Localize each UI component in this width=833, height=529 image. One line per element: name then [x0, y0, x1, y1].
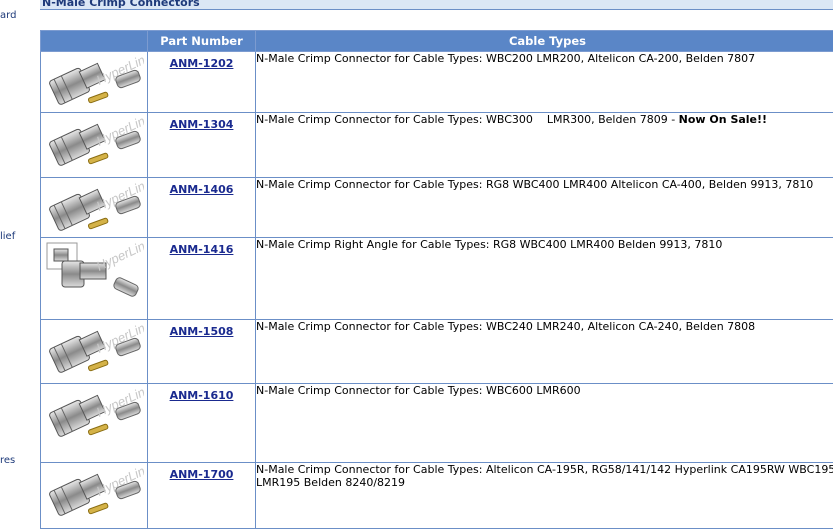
- part-number-link[interactable]: ANM-1304: [170, 118, 234, 131]
- product-row: HyperLink ANM-1508 N-Male Crimp Connector …: [41, 320, 833, 384]
- cable-types-cell: N-Male Crimp Right Angle for Cable Types…: [256, 238, 833, 320]
- product-row: HyperLink ANM-1610 N-Male Crimp Connector …: [41, 384, 833, 463]
- connector-photo: HyperLink: [44, 55, 144, 111]
- product-image-cell[interactable]: HyperLink: [41, 384, 148, 463]
- part-number-cell: ANM-1610: [148, 384, 256, 463]
- part-number-cell: ANM-1508: [148, 320, 256, 384]
- part-number-cell: ANM-1406: [148, 178, 256, 238]
- product-image-cell[interactable]: HyperLink: [41, 52, 148, 113]
- product-row: HyperLink ANM-1304 N-Male Crimp Connector …: [41, 113, 833, 178]
- part-number-link[interactable]: ANM-1700: [170, 468, 234, 481]
- product-image-cell[interactable]: HyperLink: [41, 178, 148, 238]
- left-nav: ard lief res: [0, 0, 36, 517]
- product-thumbnail[interactable]: HyperLink: [44, 387, 144, 443]
- product-row: HyperLink ANM-1416 N-Male Crimp Right Angl…: [41, 238, 833, 320]
- connector-photo: HyperLink: [44, 241, 144, 297]
- connector-photo: HyperLink: [44, 181, 144, 237]
- connector-photo: HyperLink: [44, 466, 144, 522]
- left-nav-item[interactable]: ard: [0, 10, 16, 21]
- product-table: Part Number Cable Types HyperLink ANM-120…: [40, 30, 833, 529]
- left-nav-item[interactable]: res: [0, 455, 15, 466]
- cable-types-text: N-Male Crimp Connector for Cable Types: …: [256, 463, 833, 489]
- connector-photo: HyperLink: [44, 323, 144, 379]
- product-thumbnail[interactable]: HyperLink: [44, 466, 144, 522]
- left-nav-item[interactable]: lief: [0, 231, 15, 242]
- cable-types-cell: N-Male Crimp Connector for Cable Types: …: [256, 320, 833, 384]
- cable-types-cell: N-Male Crimp Connector for Cable Types: …: [256, 384, 833, 463]
- connector-photo: HyperLink: [44, 116, 144, 172]
- sale-badge: Now On Sale!!: [679, 113, 767, 126]
- part-number-link[interactable]: ANM-1610: [170, 389, 234, 402]
- cable-types-text: N-Male Crimp Connector for Cable Types: …: [256, 320, 755, 333]
- cable-types-text: N-Male Crimp Right Angle for Cable Types…: [256, 238, 722, 251]
- product-thumbnail[interactable]: HyperLink: [44, 181, 144, 237]
- part-number-cell: ANM-1416: [148, 238, 256, 320]
- col-header-cable-types: Cable Types: [256, 31, 833, 52]
- product-thumbnail[interactable]: HyperLink: [44, 241, 144, 297]
- part-number-cell: ANM-1304: [148, 113, 256, 178]
- cable-types-text: N-Male Crimp Connector for Cable Types: …: [256, 113, 679, 126]
- part-number-link[interactable]: ANM-1416: [170, 243, 234, 256]
- product-thumbnail[interactable]: HyperLink: [44, 55, 144, 111]
- col-header-image: [41, 31, 148, 52]
- col-header-part-number: Part Number: [148, 31, 256, 52]
- cable-types-cell: N-Male Crimp Connector for Cable Types: …: [256, 113, 833, 178]
- part-number-link[interactable]: ANM-1202: [170, 57, 234, 70]
- cable-types-cell: N-Male Crimp Connector for Cable Types: …: [256, 178, 833, 238]
- cable-types-cell: N-Male Crimp Connector for Cable Types: …: [256, 463, 833, 529]
- product-thumbnail[interactable]: HyperLink: [44, 323, 144, 379]
- part-number-cell: ANM-1700: [148, 463, 256, 529]
- product-row: HyperLink ANM-1700 N-Male Crimp Connector …: [41, 463, 833, 529]
- product-image-cell[interactable]: HyperLink: [41, 320, 148, 384]
- table-header-row: Part Number Cable Types: [41, 31, 833, 52]
- cable-types-text: N-Male Crimp Connector for Cable Types: …: [256, 384, 581, 397]
- section-title: N-Male Crimp Connectors: [40, 0, 833, 10]
- cable-types-cell: N-Male Crimp Connector for Cable Types: …: [256, 52, 833, 113]
- product-row: HyperLink ANM-1202 N-Male Crimp Connector …: [41, 52, 833, 113]
- cable-types-text: N-Male Crimp Connector for Cable Types: …: [256, 52, 755, 65]
- product-image-cell[interactable]: HyperLink: [41, 113, 148, 178]
- cable-types-text: N-Male Crimp Connector for Cable Types: …: [256, 178, 813, 191]
- product-image-cell[interactable]: HyperLink: [41, 238, 148, 320]
- product-thumbnail[interactable]: HyperLink: [44, 116, 144, 172]
- product-row: HyperLink ANM-1406 N-Male Crimp Connector …: [41, 178, 833, 238]
- svg-text:HyperLink: HyperLink: [94, 241, 144, 274]
- part-number-cell: ANM-1202: [148, 52, 256, 113]
- part-number-link[interactable]: ANM-1508: [170, 325, 234, 338]
- part-number-link[interactable]: ANM-1406: [170, 183, 234, 196]
- connector-photo: HyperLink: [44, 387, 144, 443]
- product-image-cell[interactable]: HyperLink: [41, 463, 148, 529]
